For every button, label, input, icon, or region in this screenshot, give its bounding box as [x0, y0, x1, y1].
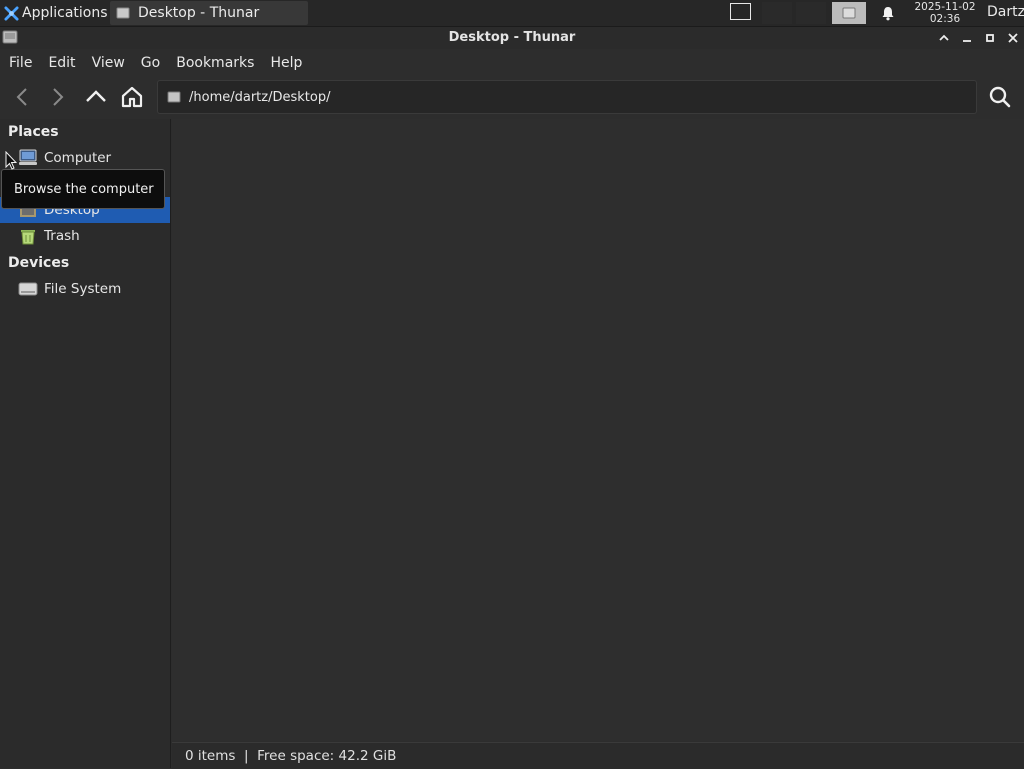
- back-button[interactable]: [8, 82, 36, 112]
- chevron-up-icon: [86, 90, 106, 102]
- drive-icon: [167, 91, 181, 103]
- maximize-icon: [986, 34, 994, 42]
- chevron-left-icon: [16, 88, 27, 106]
- trash-icon: [21, 230, 35, 245]
- search-icon: [989, 86, 1011, 108]
- notification-bell-icon[interactable]: [880, 5, 896, 21]
- tooltip: Browse the computer: [1, 169, 165, 209]
- taskbar: Applications ≡ Desktop - Thunar 2025-11-…: [0, 0, 1024, 27]
- status-bar: 0 items | Free space: 42.2 GiB: [172, 742, 1024, 769]
- drive-icon: [116, 7, 130, 19]
- applications-menu-button[interactable]: Applications ≡: [0, 0, 125, 26]
- window-maximize-button[interactable]: [981, 29, 999, 47]
- clock[interactable]: 2025-11-02 02:36: [908, 1, 982, 25]
- minimize-icon: [963, 40, 971, 42]
- drive-icon: [842, 7, 856, 19]
- computer-icon: [19, 149, 37, 165]
- taskbar-window-thunar[interactable]: Desktop - Thunar: [110, 1, 308, 25]
- sidebar-item-computer[interactable]: Computer: [0, 145, 170, 171]
- status-text: 0 items | Free space: 42.2 GiB: [185, 748, 397, 764]
- workspace-2[interactable]: [762, 2, 792, 24]
- tooltip-text: Browse the computer: [14, 182, 154, 197]
- window-titlebar[interactable]: Desktop - Thunar: [0, 27, 1024, 49]
- forward-button[interactable]: [44, 82, 72, 112]
- window-shade-button[interactable]: [935, 29, 953, 47]
- parent-folder-button[interactable]: [82, 82, 110, 112]
- window-close-button[interactable]: [1004, 29, 1022, 47]
- user-menu[interactable]: Dartz: [987, 4, 1024, 20]
- chevron-up-icon: [939, 34, 949, 41]
- mouse-cursor-icon: [5, 151, 17, 170]
- places-header: Places: [8, 124, 59, 140]
- workspace-3[interactable]: [796, 2, 826, 24]
- xfce-logo-icon: [4, 5, 19, 21]
- location-path-input[interactable]: [189, 89, 949, 105]
- menu-go[interactable]: Go: [133, 55, 168, 71]
- sidebar-item-file-system[interactable]: File System: [0, 276, 170, 302]
- sidebar-item-label: Trash: [44, 228, 80, 244]
- tray-app-icon[interactable]: [832, 2, 866, 24]
- chevron-right-icon: [53, 88, 64, 106]
- menu-help[interactable]: Help: [262, 55, 310, 71]
- clock-time: 02:36: [929, 13, 961, 25]
- drive-icon: [18, 282, 38, 296]
- workspace-1[interactable]: [728, 2, 758, 24]
- menu-file[interactable]: File: [0, 55, 40, 71]
- toolbar: [0, 78, 1024, 116]
- menu-bar: File Edit View Go Bookmarks Help: [0, 50, 1024, 76]
- taskbar-window-label: Desktop - Thunar: [138, 5, 260, 21]
- menu-bookmarks[interactable]: Bookmarks: [168, 55, 262, 71]
- file-view[interactable]: [172, 119, 1024, 741]
- devices-header: Devices: [8, 255, 70, 271]
- applications-label: Applications: [22, 5, 108, 21]
- sidebar-item-label: File System: [44, 281, 122, 297]
- sidebar-item-label: Computer: [44, 150, 112, 166]
- sidebar: Places Computer dartz Desktop Trash Devi…: [0, 119, 171, 768]
- close-icon: [1008, 33, 1018, 43]
- home-button[interactable]: [118, 82, 146, 112]
- window-title: Desktop - Thunar: [448, 30, 576, 45]
- menu-view[interactable]: View: [84, 55, 133, 71]
- home-icon: [121, 86, 143, 108]
- sidebar-item-trash[interactable]: Trash: [0, 223, 170, 249]
- window-minimize-button[interactable]: [958, 29, 976, 47]
- menu-edit[interactable]: Edit: [40, 55, 83, 71]
- clock-date: 2025-11-02: [914, 1, 976, 13]
- location-bar[interactable]: [157, 80, 977, 114]
- search-button[interactable]: [986, 82, 1014, 112]
